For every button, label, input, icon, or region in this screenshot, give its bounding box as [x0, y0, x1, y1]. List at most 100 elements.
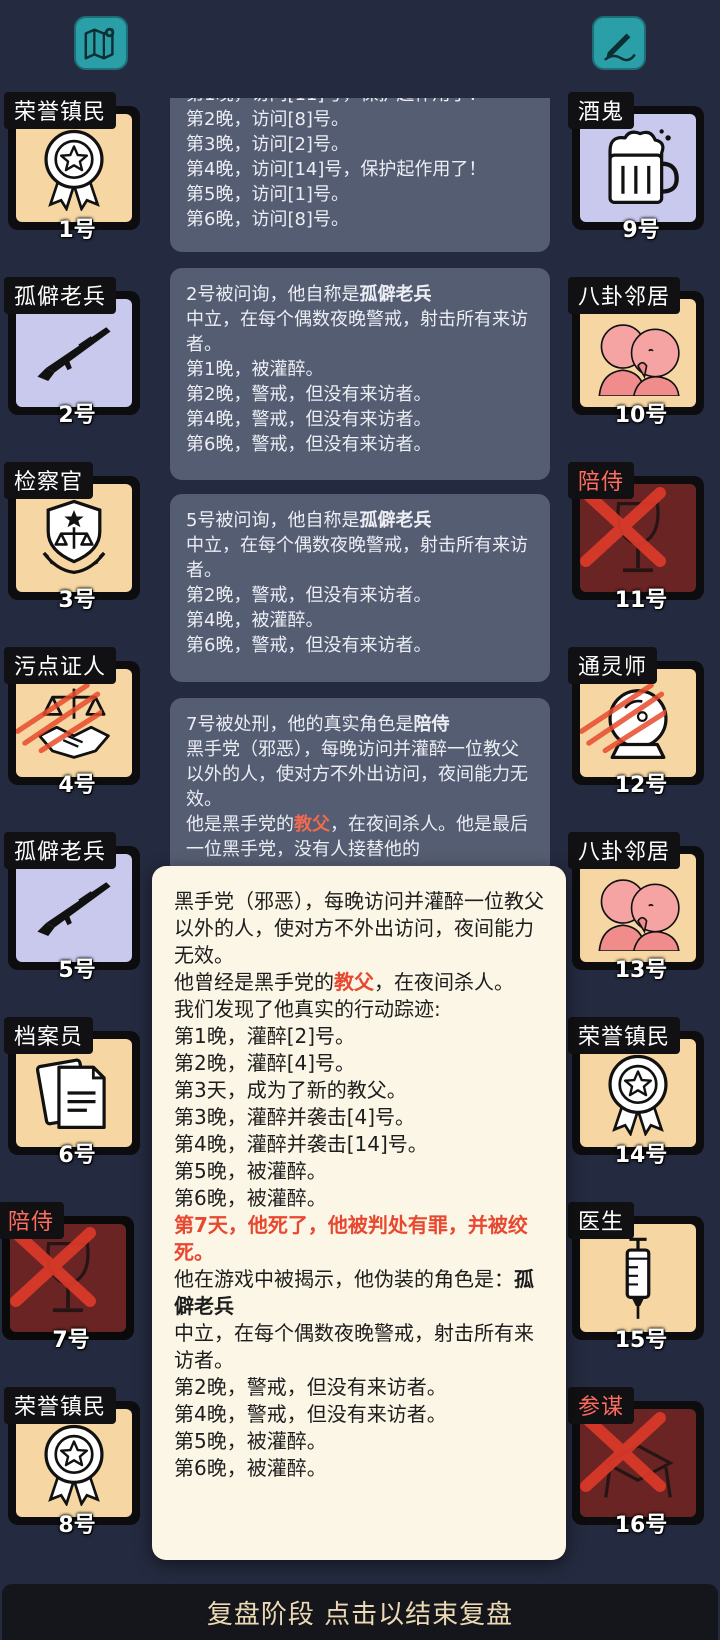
detail-fake-line: 中立，在每个偶数夜晚警戒，射击所有来访者。 [174, 1321, 534, 1372]
player-detail-popup[interactable]: 黑手党（邪恶），每晚访问并灌醉一位教父以外的人，使对方不外出访问，夜间能力无效。… [152, 866, 566, 1560]
role-portrait [580, 1224, 696, 1332]
claimed-role: 孤僻老兵 [359, 284, 432, 305]
role-portrait [16, 1039, 132, 1147]
end-review-button[interactable]: 复盘阶段 点击以结束复盘 [2, 1584, 718, 1640]
player-number: 1号 [58, 218, 96, 243]
role-name-tag: 污点证人 [4, 647, 117, 684]
role-portrait [580, 299, 696, 407]
role-portrait [580, 854, 696, 962]
detail-fake-line: 第4晚，警戒，但没有来访者。 [174, 1402, 447, 1426]
medal-icon [31, 1420, 117, 1506]
notes-button[interactable] [592, 16, 646, 70]
log-line: 第2晚，警戒，但没有来访者。 [186, 585, 432, 606]
log-line: 第6晚，警戒，但没有来访者。 [186, 635, 432, 656]
log-head: 5号被问询，他自称是 [186, 510, 360, 531]
detail-role-desc: 黑手党（邪恶），每晚访问并灌醉一位教父以外的人，使对方不外出访问，夜间能力无效。 [174, 889, 544, 967]
role-name-tag: 参谋 [568, 1387, 635, 1424]
true-role: 陪侍 [413, 714, 450, 735]
role-name-tag: 陪侍 [568, 462, 635, 499]
role-name-tag: 孤僻老兵 [4, 832, 117, 869]
log-line: 第2晚，访问[8]号。 [186, 109, 349, 130]
detail-reveal: 他在游戏中被揭示，他伪装的角色是： [174, 1267, 514, 1291]
player-number: 12号 [614, 773, 668, 798]
role-portrait [16, 299, 132, 407]
log-line: 第6晚，警戒，但没有来访者。 [186, 434, 432, 455]
syringe-icon [595, 1235, 681, 1321]
player-number: 6号 [58, 1143, 96, 1168]
claimed-role: 孤僻老兵 [359, 510, 432, 531]
player-number: 9号 [622, 218, 660, 243]
beer-mug-icon [595, 125, 681, 211]
role-name-tag: 荣誉镇民 [4, 1387, 117, 1424]
detail-night: 第4晚，灌醉并袭击[14]号。 [174, 1132, 428, 1156]
detail-text: ，在夜间杀人。 [374, 970, 514, 994]
detail-night: 第1晚，灌醉[2]号。 [174, 1024, 356, 1048]
role-portrait [10, 1224, 126, 1332]
log-line: 黑手党（邪恶），每晚访问并灌醉一位教父以外的人，使对方不外出访问，夜间能力无效。 [186, 739, 528, 810]
player-number: 5号 [58, 958, 96, 983]
log-line: 第4晚，访问[14]号，保护起作用了！ [186, 159, 487, 180]
log-line: 第4晚，警戒，但没有来访者。 [186, 409, 432, 430]
notes-pen-icon [604, 33, 636, 62]
gossip-faces-icon [595, 310, 681, 396]
detail-track-heading: 我们发现了他真实的行动踪迹: [174, 997, 441, 1021]
player-number: 8号 [58, 1513, 96, 1538]
detail-night: 第3晚，灌醉并袭击[4]号。 [174, 1105, 416, 1129]
log-entry-player-5: 5号被问询，他自称是孤僻老兵 中立，在每个偶数夜晚警戒，射击所有来访者。 第2晚… [170, 494, 550, 682]
detail-fake-line: 第2晚，警戒，但没有来访者。 [174, 1375, 447, 1399]
player-number: 4号 [58, 773, 96, 798]
justice-badge-icon [31, 495, 117, 581]
log-line: 第3晚，访问[2]号。 [186, 134, 349, 155]
map-icon [84, 27, 115, 60]
detail-death: 第7天，他死了，他被判处有罪，并被绞死。 [174, 1213, 528, 1264]
role-portrait [580, 1039, 696, 1147]
role-portrait [580, 1409, 696, 1517]
role-portrait [16, 1409, 132, 1517]
role-name-tag: 陪侍 [0, 1202, 65, 1239]
role-name-tag: 荣誉镇民 [4, 92, 117, 129]
log-line: 第4晚，被灌醉。 [186, 610, 324, 631]
player-number: 7号 [52, 1328, 90, 1353]
player-number: 10号 [614, 403, 668, 428]
role-portrait [16, 669, 132, 777]
role-portrait [580, 669, 696, 777]
medal-icon [31, 125, 117, 211]
log-line: 第1晚，被灌醉。 [186, 359, 324, 380]
role-portrait [16, 484, 132, 592]
role-name-tag: 八卦邻居 [568, 832, 681, 869]
detail-highlight-role: 教父 [334, 970, 374, 994]
documents-icon [31, 1050, 117, 1136]
rifle-icon [31, 310, 117, 396]
detail-night: 第2晚，灌醉[4]号。 [174, 1051, 356, 1075]
log-entry-player-2: 2号被问询，他自称是孤僻老兵 中立，在每个偶数夜晚警戒，射击所有来访者。 第1晚… [170, 268, 550, 480]
rifle-icon [31, 865, 117, 951]
role-portrait [580, 484, 696, 592]
detail-fake-line: 第6晚，被灌醉。 [174, 1456, 327, 1480]
role-portrait [580, 114, 696, 222]
detail-night: 第6晚，被灌醉。 [174, 1186, 327, 1210]
role-name-tag: 八卦邻居 [568, 277, 681, 314]
highlight-role: 教父 [294, 814, 330, 835]
detail-night: 第3天，成为了新的教父。 [174, 1078, 407, 1102]
log-line: 中立，在每个偶数夜晚警戒，射击所有来访者。 [186, 309, 528, 355]
log-line: 第6晚，访问[8]号。 [186, 209, 349, 230]
medal-icon [595, 1050, 681, 1136]
role-name-tag: 荣誉镇民 [568, 1017, 681, 1054]
log-line: 第5晚，访问[1]号。 [186, 184, 349, 205]
map-button[interactable] [74, 16, 128, 70]
role-portrait [16, 854, 132, 962]
detail-text: 他曾经是黑手党的 [174, 970, 334, 994]
role-name-tag: 医生 [568, 1202, 635, 1239]
gossip-faces-icon [595, 865, 681, 951]
role-name-tag: 档案员 [4, 1017, 94, 1054]
log-head: 7号被处刑，他的真实角色是 [186, 714, 414, 735]
detail-fake-line: 第5晚，被灌醉。 [174, 1429, 327, 1453]
player-number: 14号 [614, 1143, 668, 1168]
player-number: 13号 [614, 958, 668, 983]
player-number: 15号 [614, 1328, 668, 1353]
log-text: 他是黑手党的 [186, 814, 294, 835]
log-line: 中立，在每个偶数夜晚警戒，射击所有来访者。 [186, 535, 528, 581]
player-number: 2号 [58, 403, 96, 428]
player-number: 3号 [58, 588, 96, 613]
detail-night: 第5晚，被灌醉。 [174, 1159, 327, 1183]
